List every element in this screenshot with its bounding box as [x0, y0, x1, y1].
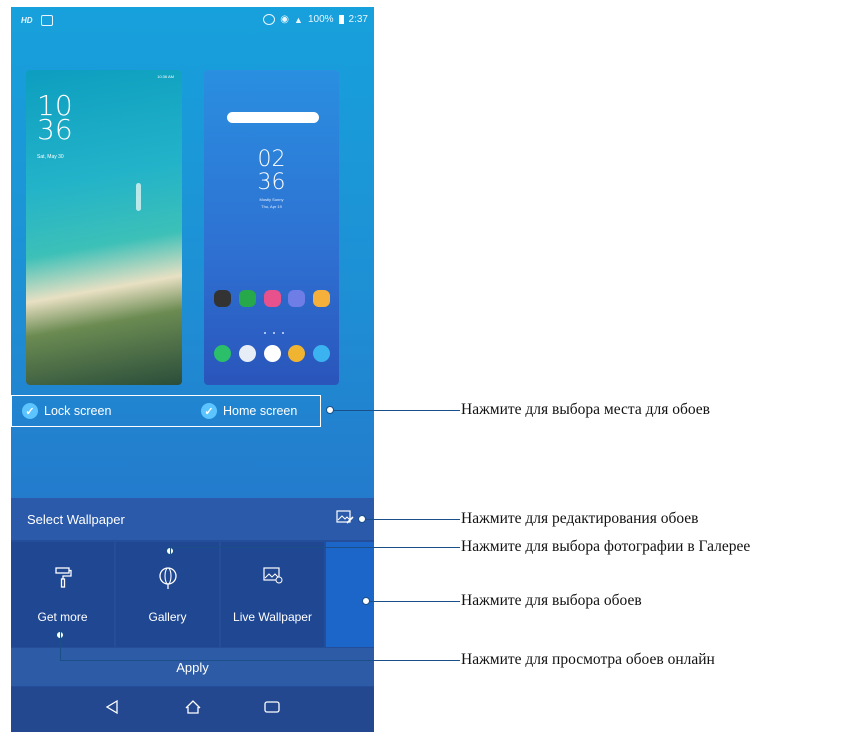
back-icon[interactable]	[104, 699, 120, 715]
wallpaper-source-tiles: Get more Gallery Live Wallpaper	[11, 542, 374, 647]
online-callout-stem	[60, 631, 62, 661]
home-preview-dock	[214, 345, 330, 362]
status-bar: HD ◉ ▲ 100% 2:37	[11, 7, 374, 33]
home-preview-clock: 02 36	[204, 148, 339, 194]
location-callout-dot	[326, 406, 334, 414]
battery-icon	[338, 15, 344, 24]
gallery-tile[interactable]: Gallery	[116, 542, 219, 647]
home-preview-search-bar	[227, 112, 319, 123]
wifi-icon: ◉	[280, 14, 290, 25]
recents-icon[interactable]	[263, 699, 281, 715]
home-preview-app	[288, 290, 306, 307]
lock-preview-date: Sat, May 30	[37, 154, 64, 160]
home-preview-weather: Mostly Sunny	[259, 197, 284, 202]
home-preview-app	[238, 345, 256, 362]
apply-button[interactable]: Apply	[11, 648, 374, 686]
live-wallpaper-label: Live Wallpaper	[233, 610, 312, 624]
wallpaper-panel: Select Wallpaper Get more Gallery Live W…	[11, 498, 374, 732]
home-preview-app	[238, 290, 256, 307]
home-icon[interactable]	[184, 699, 202, 715]
wallpaper-thumbnail-tile[interactable]	[326, 542, 374, 647]
get-more-label: Get more	[37, 610, 88, 624]
gallery-label: Gallery	[148, 610, 187, 624]
home-preview-app	[313, 345, 330, 362]
edit-callout-text: Нажмите для редактирования обоев	[461, 510, 699, 527]
edit-callout-dot	[358, 515, 366, 523]
select-callout-line	[370, 601, 460, 603]
select-callout-dot	[362, 597, 370, 605]
panel-header: Select Wallpaper	[11, 498, 374, 540]
edit-callout-line	[366, 519, 460, 521]
home-preview-date: Thu, Apr 19	[261, 204, 282, 209]
home-preview-app	[263, 290, 281, 307]
home-preview-app	[288, 345, 306, 362]
online-callout-line	[60, 660, 460, 662]
wallpaper-location-row: ✓ Lock screen ✓ Home screen	[11, 395, 374, 429]
lock-screen-checkbox[interactable]: ✓ Lock screen	[22, 403, 111, 419]
lock-preview-time: 10:36 AM	[157, 74, 174, 79]
battery-percent: 100%	[307, 14, 334, 25]
gallery-callout-text: Нажмите для выбора фотографии в Галерее	[461, 538, 751, 555]
lock-screen-preview[interactable]: 10:36 AM 10 36 Sat, May 30	[26, 70, 182, 385]
home-preview-minute: 36	[257, 170, 286, 195]
lock-preview-clock: 10 36	[37, 92, 73, 146]
select-callout-text: Нажмите для выбора обоев	[461, 592, 642, 609]
live-wallpaper-tile[interactable]: Live Wallpaper	[221, 542, 324, 647]
location-callout-text: Нажмите для выбора места для обоев	[461, 401, 710, 418]
lock-preview-boat	[136, 183, 141, 211]
location-callout-line	[334, 410, 460, 412]
home-preview-app	[214, 290, 231, 307]
clock: 2:37	[348, 14, 368, 25]
home-screen-checkbox[interactable]: ✓ Home screen	[201, 403, 297, 419]
navigation-bar	[11, 687, 374, 732]
lock-preview-statusbar: 10:36 AM	[34, 74, 174, 79]
hd-indicator: HD	[21, 16, 33, 25]
home-screen-label: Home screen	[223, 404, 298, 418]
home-preview-page-dots	[264, 332, 284, 334]
panel-title: Select Wallpaper	[27, 512, 125, 527]
home-preview-hour: 02	[257, 147, 286, 172]
edit-wallpaper-icon[interactable]	[336, 509, 354, 525]
home-screen-preview[interactable]: 02 36 Mostly Sunny Thu, Apr 19	[204, 70, 339, 385]
signal-icon: ▲	[294, 14, 303, 25]
paint-roller-icon	[54, 567, 72, 588]
lock-screen-label: Lock screen	[44, 404, 112, 418]
home-preview-apps	[214, 290, 330, 307]
home-preview-info: Mostly Sunny Thu, Apr 19	[204, 196, 339, 210]
settings-icon	[263, 14, 276, 25]
gallery-icon	[158, 567, 177, 589]
online-callout-text: Нажмите для просмотра обоев онлайн	[461, 651, 715, 668]
home-preview-app	[263, 345, 281, 362]
check-icon: ✓	[201, 403, 217, 419]
home-preview-app	[214, 345, 231, 362]
live-wallpaper-icon	[262, 567, 282, 584]
home-preview-app	[313, 290, 330, 307]
image-icon	[40, 15, 53, 26]
check-icon: ✓	[22, 403, 38, 419]
phone-screen: HD ◉ ▲ 100% 2:37 10:36 AM 10 36 Sat, May…	[11, 7, 374, 732]
gallery-callout-line	[170, 547, 460, 549]
lock-preview-minute: 36	[37, 113, 73, 146]
apply-label: Apply	[176, 660, 209, 675]
